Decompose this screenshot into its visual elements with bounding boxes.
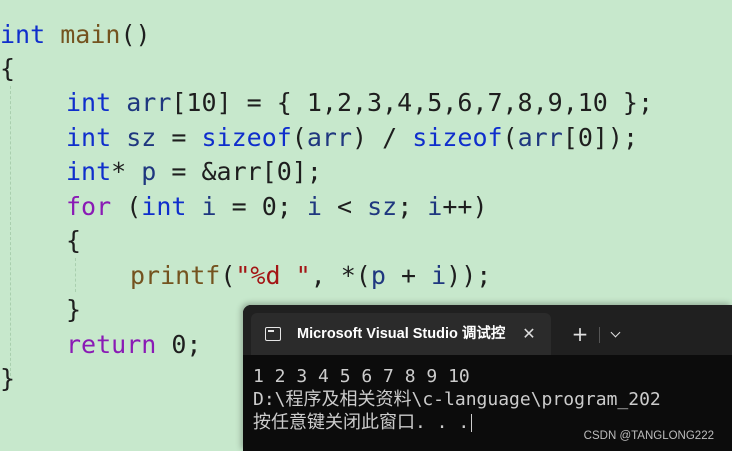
output-line: D:\程序及相关资料\c-language\program_202: [253, 389, 661, 410]
code-text: *: [111, 157, 142, 186]
variable: arr: [517, 123, 563, 152]
code-line-6[interactable]: for (int i = 0; i < sz; i++): [66, 190, 488, 224]
tab-title: Microsoft Visual Studio 调试控: [297, 326, 506, 342]
prompt-text: 按任意键关闭此窗口. . .: [253, 412, 470, 433]
variable: i: [431, 261, 447, 290]
debug-console-window[interactable]: Microsoft Visual Studio 调试控 ✕ + 1 2 3 4 …: [243, 305, 732, 451]
brace: }: [0, 364, 16, 393]
code-text: , *(: [310, 261, 371, 290]
string-literal: "%d ": [235, 261, 311, 290]
text-cursor: [471, 414, 473, 432]
code-text: = &arr[0];: [156, 157, 322, 186]
close-icon[interactable]: ✕: [519, 313, 539, 355]
indent-guide: [10, 86, 11, 376]
keyword: int: [141, 192, 187, 221]
variable: sz: [367, 192, 398, 221]
code-line-11[interactable]: }: [0, 362, 15, 396]
variable: p: [141, 157, 157, 186]
code-line-8[interactable]: printf("%d ", *(p + i));: [130, 259, 491, 293]
variable: i: [306, 192, 322, 221]
brace: {: [66, 226, 82, 255]
indent-guide: [75, 258, 76, 292]
code-text: ) /: [352, 123, 413, 152]
function-name: main: [60, 20, 121, 49]
code-text: [10] = { 1,2,3,4,5,6,7,8,9,10 };: [171, 88, 654, 117]
code-text: ));: [446, 261, 492, 290]
variable: sz: [126, 123, 157, 152]
brace: {: [0, 54, 16, 83]
code-text: 0;: [156, 330, 202, 359]
title-bar[interactable]: Microsoft Visual Studio 调试控 ✕ +: [243, 305, 732, 355]
watermark: CSDN @TANGLONG222: [583, 430, 714, 442]
variable: arr: [306, 123, 353, 152]
code-line-5[interactable]: int* p = &arr[0];: [66, 155, 322, 189]
variable: i: [427, 192, 443, 221]
code-text: +: [385, 261, 432, 290]
code-text: =: [156, 123, 202, 152]
variable: p: [370, 261, 386, 290]
code-text: (: [111, 192, 142, 221]
code-text: ++): [442, 192, 488, 221]
output-line: 1 2 3 4 5 6 7 8 9 10: [253, 366, 470, 387]
function-name: printf: [130, 261, 221, 290]
keyword: int: [0, 20, 46, 49]
keyword: sizeof: [412, 123, 503, 152]
keyword: int: [66, 157, 112, 186]
code-text: (: [291, 123, 307, 152]
variable: i: [201, 192, 217, 221]
keyword: for: [66, 192, 112, 221]
code-line-3[interactable]: int arr[10] = { 1,2,3,4,5,6,7,8,9,10 };: [66, 86, 653, 120]
chevron-down-icon[interactable]: [607, 313, 627, 355]
code-line-7[interactable]: {: [66, 224, 81, 258]
keyword: return: [66, 330, 157, 359]
keyword: int: [66, 123, 112, 152]
new-tab-button[interactable]: +: [568, 313, 592, 355]
variable: arr: [126, 88, 172, 117]
keyword: int: [66, 88, 112, 117]
keyword: sizeof: [201, 123, 292, 152]
code-text: (: [502, 123, 518, 152]
code-text: ;: [397, 192, 428, 221]
code-line-1[interactable]: int main(): [0, 18, 151, 52]
code-line-4[interactable]: int sz = sizeof(arr) / sizeof(arr[0]);: [66, 121, 638, 155]
tab-debug-console[interactable]: Microsoft Visual Studio 调试控 ✕: [251, 313, 551, 355]
console-icon: [265, 327, 281, 341]
punctuation: (): [120, 20, 151, 49]
brace: }: [66, 295, 82, 324]
code-text: [0]);: [562, 123, 639, 152]
code-line-9[interactable]: }: [66, 293, 81, 327]
divider: [599, 327, 600, 343]
code-line-2[interactable]: {: [0, 52, 15, 86]
code-text: (: [220, 261, 236, 290]
output-line: 按任意键关闭此窗口. . .: [253, 411, 473, 434]
code-line-10[interactable]: return 0;: [66, 328, 201, 362]
code-text: = 0;: [216, 192, 307, 221]
code-text: <: [321, 192, 368, 221]
